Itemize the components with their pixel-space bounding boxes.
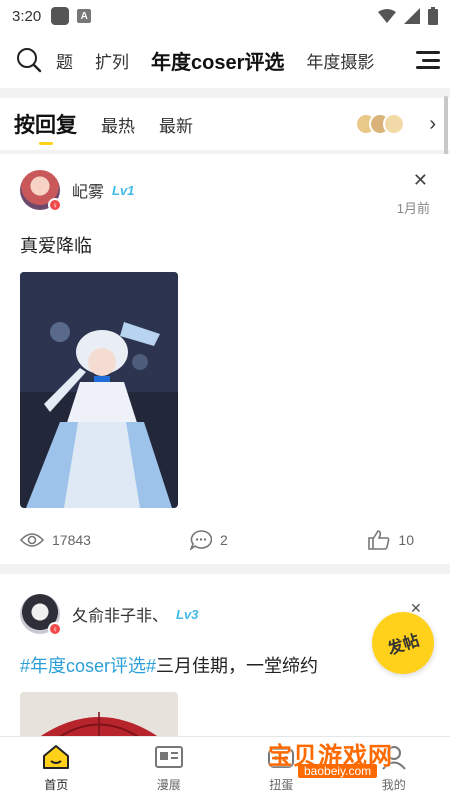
member-avatar (383, 113, 406, 135)
nav-home-label: 首页 (44, 778, 69, 792)
post-hashtag[interactable]: #年度coser评选# (20, 656, 156, 676)
sort-hottest[interactable]: 最热 (101, 112, 135, 137)
section-divider (0, 564, 450, 574)
post-time: 1月前 (396, 201, 430, 216)
chevron-right-icon[interactable]: › (429, 113, 436, 136)
likes-stat[interactable]: 10 (368, 530, 414, 550)
category-tabs: 题 扩列 年度coser评选 年度摄影 (56, 46, 406, 75)
battery-icon (428, 7, 438, 25)
eye-icon (20, 533, 44, 547)
status-time: 3:20 (12, 7, 42, 25)
post-header: ♀ 屺雾 Lv1 (20, 170, 430, 212)
post-title-text: 三月佳期，一堂缔约 (156, 656, 319, 676)
views-count: 17843 (52, 532, 91, 548)
avatar[interactable]: ♀ (20, 594, 62, 636)
home-icon (43, 745, 70, 769)
exhibition-icon (154, 746, 183, 768)
post-image[interactable] (20, 272, 178, 508)
avatar[interactable]: ♀ (20, 170, 62, 212)
status-bar: 3:20 A (0, 0, 450, 32)
gender-badge-icon: ♀ (48, 622, 62, 636)
nav-gacha-label: 扭蛋 (269, 778, 294, 792)
gender-badge-icon: ♀ (48, 198, 62, 212)
search-icon[interactable] (16, 47, 42, 73)
level-badge: Lv1 (112, 182, 135, 198)
nav-mine-label: 我的 (381, 778, 406, 792)
sort-by-reply[interactable]: 按回复 (14, 109, 77, 139)
likes-count: 10 (398, 532, 414, 548)
member-avatars[interactable] (355, 113, 406, 135)
nav-exhibition[interactable]: 漫展 (113, 737, 226, 800)
post-title: 真爱降临 (20, 236, 92, 256)
top-navigation: 题 扩列 年度coser评选 年度摄影 (0, 32, 450, 88)
notification-icon (51, 7, 70, 25)
app-root: 3:20 A 题 扩列 年度coser评选 年度摄影 按回复 最热 最新 › ♀… (0, 0, 450, 800)
nav-home[interactable]: 首页 (0, 737, 113, 800)
post-username[interactable]: 夂俞非子非、 (72, 602, 168, 626)
wifi-icon (378, 9, 396, 23)
app-notification-icon: A (77, 9, 92, 23)
thumbs-up-icon (368, 530, 390, 550)
menu-icon[interactable] (414, 51, 440, 69)
comments-count: 2 (220, 532, 228, 548)
post-header: ♀ 夂俞非子非、 Lv3 (20, 594, 430, 636)
nav-exhibition-label: 漫展 (156, 778, 181, 792)
views-stat: 17843 (20, 532, 190, 548)
tab-kuolie[interactable]: 扩列 (95, 48, 129, 73)
comments-stat[interactable]: 2 (190, 530, 350, 550)
tab-photography[interactable]: 年度摄影 (306, 48, 374, 73)
sort-bar: 按回复 最热 最新 › (0, 98, 450, 150)
watermark-url: baobeiy.com (298, 764, 378, 778)
post-title: #年度coser评选#三月佳期，一堂缔约 (20, 652, 430, 678)
status-right (378, 7, 438, 25)
comment-icon (190, 530, 212, 550)
tab-coser-selection[interactable]: 年度coser评选 (151, 46, 284, 75)
close-icon[interactable]: ✕ (413, 170, 428, 191)
signal-icon (404, 8, 420, 24)
tab-topic[interactable]: 题 (56, 48, 73, 73)
section-divider (0, 88, 450, 98)
post-username[interactable]: 屺雾 (72, 178, 104, 202)
sort-newest[interactable]: 最新 (159, 112, 193, 137)
post-stats: 17843 2 10 (20, 530, 430, 550)
level-badge: Lv3 (176, 606, 199, 622)
post-card[interactable]: ♀ 屺雾 Lv1 ✕ 1月前 真爱降临 17843 2 10 (0, 154, 450, 564)
